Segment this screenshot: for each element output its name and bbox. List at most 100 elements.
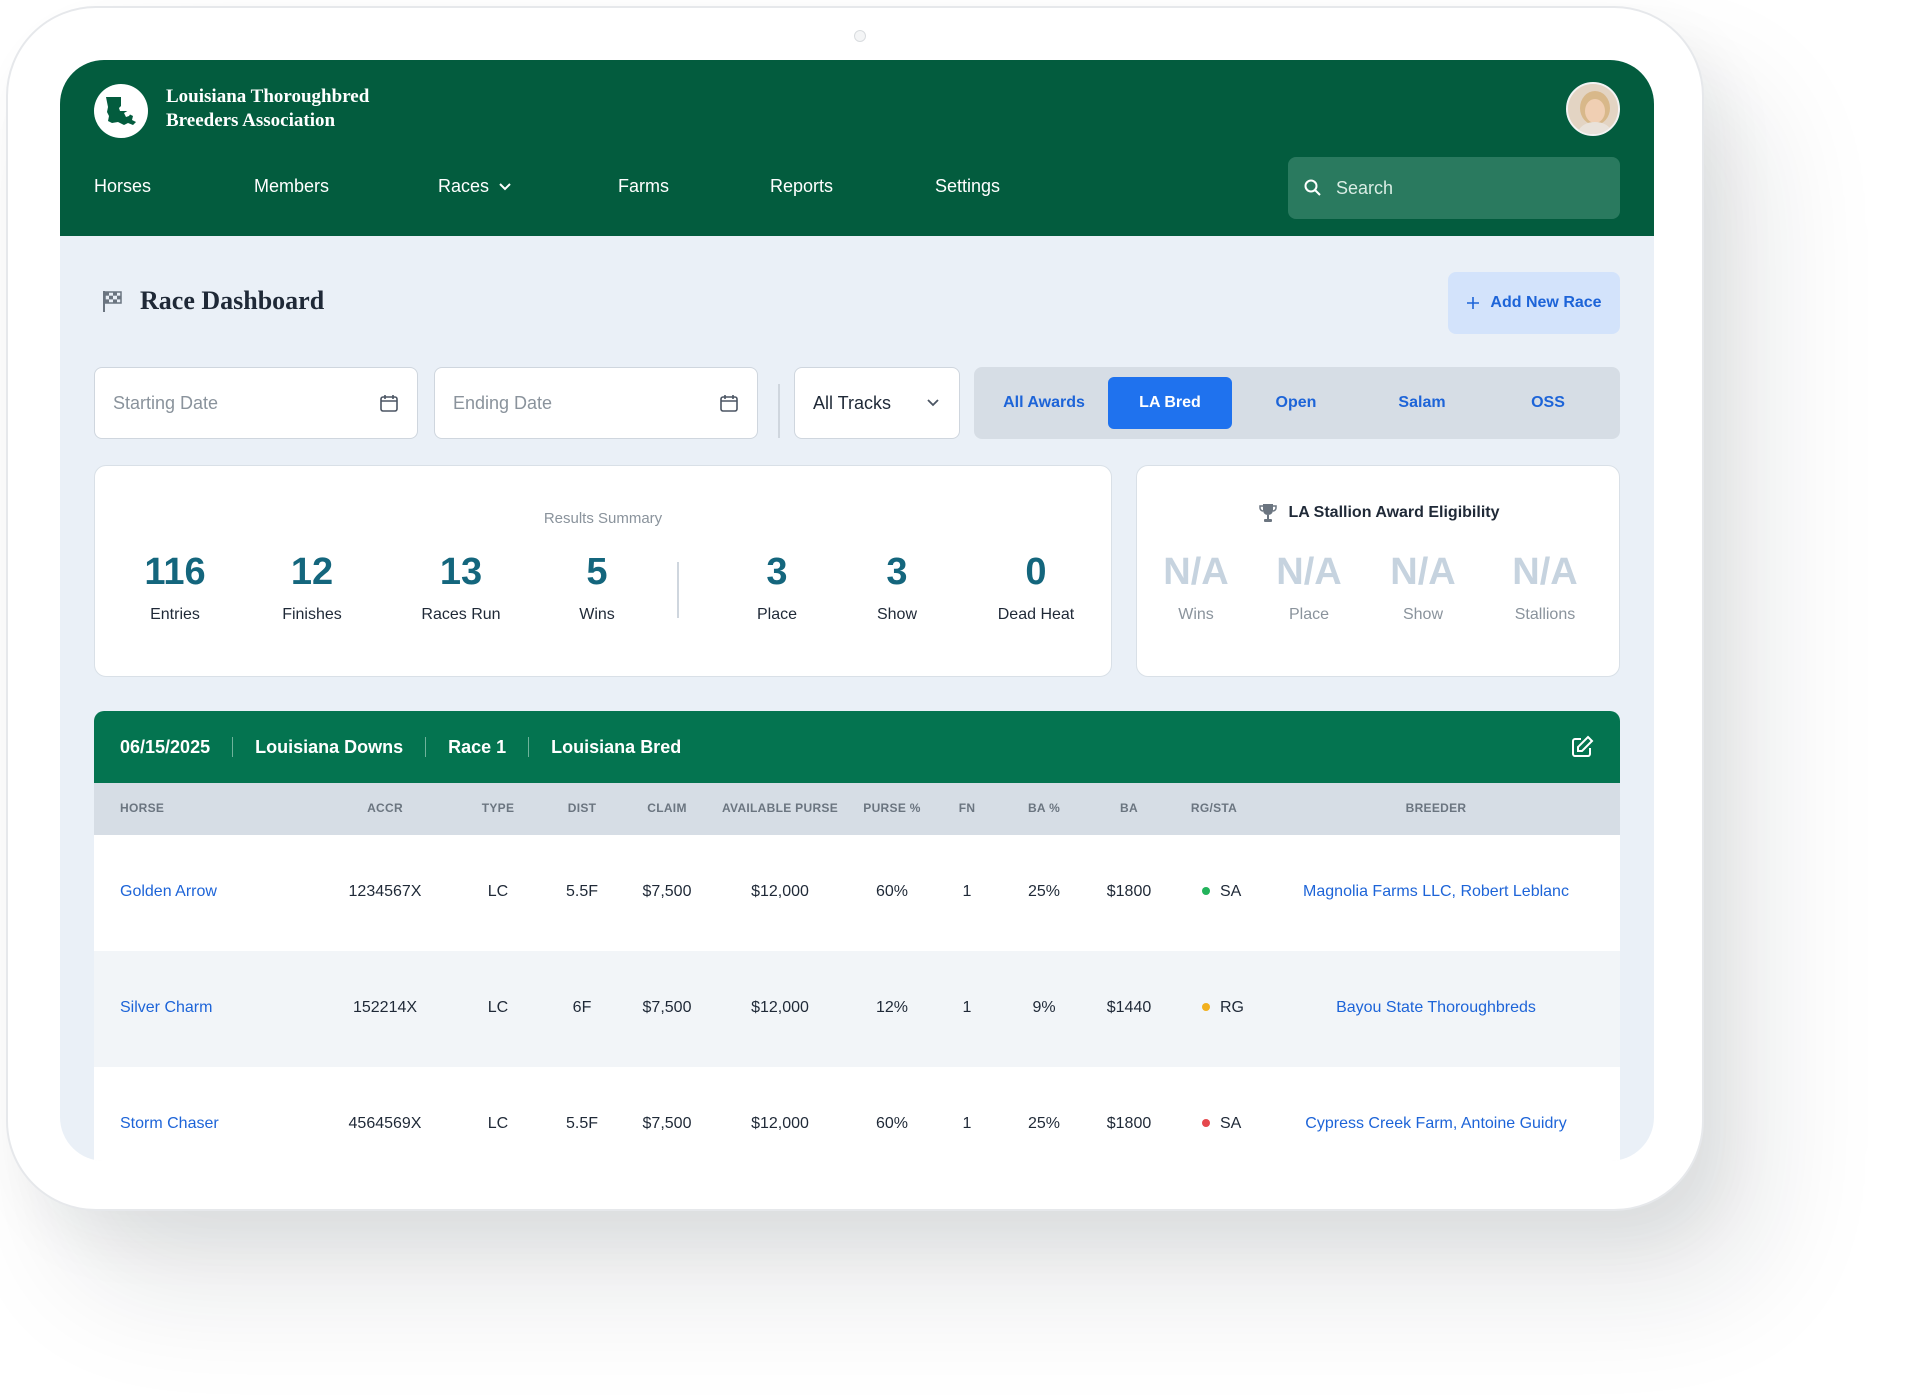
cell-dist: 6F bbox=[572, 999, 592, 1016]
nav-reports[interactable]: Reports bbox=[770, 176, 833, 197]
stat-value: 5 bbox=[586, 551, 608, 593]
tab-open[interactable]: Open bbox=[1234, 377, 1358, 429]
stat-finishes: 12 Finishes bbox=[237, 548, 387, 624]
stat-label: Wins bbox=[579, 606, 615, 623]
cell-ba: $1800 bbox=[1106, 1115, 1152, 1132]
stat-value: 116 bbox=[144, 551, 206, 593]
horse-link[interactable]: Silver Charm bbox=[120, 999, 212, 1017]
checkered-flag-icon bbox=[103, 291, 122, 312]
brand-name: Louisiana Thoroughbred Breeders Associat… bbox=[166, 85, 369, 133]
add-new-race-button[interactable]: Add New Race bbox=[1448, 272, 1620, 334]
col-claim[interactable]: CLAIM bbox=[647, 801, 687, 815]
race-date: 06/15/2025 bbox=[120, 736, 211, 757]
status-text: SA bbox=[1220, 1115, 1242, 1132]
cell-purse-pct: 60% bbox=[875, 883, 909, 900]
col-accr[interactable]: ACCR bbox=[367, 801, 403, 815]
starting-date-field[interactable]: Starting Date bbox=[94, 367, 418, 439]
cell-fn: 1 bbox=[962, 883, 972, 900]
search-icon bbox=[1304, 179, 1321, 196]
nav-members[interactable]: Members bbox=[254, 176, 329, 197]
stat-value: N/A bbox=[1512, 551, 1578, 593]
col-breeder[interactable]: BREEDER bbox=[1406, 801, 1467, 815]
calendar-icon bbox=[380, 395, 398, 412]
race-bar-divider bbox=[232, 737, 234, 757]
tab-la-bred[interactable]: LA Bred bbox=[1108, 377, 1232, 429]
cell-purse: $12,000 bbox=[751, 883, 809, 900]
nav-reports-label: Reports bbox=[770, 176, 834, 196]
cell-ba: $1440 bbox=[1106, 999, 1152, 1016]
edit-icon[interactable] bbox=[1570, 735, 1594, 759]
table-row[interactable]: Silver Charm 152214X LC 6F $7,500 $12,00… bbox=[94, 951, 1620, 1067]
track-select[interactable]: All Tracks bbox=[794, 367, 960, 439]
cell-claim: $7,500 bbox=[642, 883, 692, 900]
search-input[interactable] bbox=[1336, 177, 1596, 199]
stat-dead-heat: 0 Dead Heat bbox=[961, 548, 1111, 624]
ending-date-field[interactable]: Ending Date bbox=[434, 367, 758, 439]
cell-purse-pct: 12% bbox=[875, 999, 909, 1016]
col-type[interactable]: TYPE bbox=[482, 801, 515, 815]
table-row[interactable]: Golden Arrow 1234567X LC 5.5F $7,500 $12… bbox=[94, 835, 1620, 951]
cell-type: LC bbox=[487, 883, 509, 900]
tab-salam[interactable]: Salam bbox=[1360, 377, 1484, 429]
cell-type: LC bbox=[487, 999, 509, 1016]
stat-races-run: 13 Races Run bbox=[386, 548, 536, 624]
nav-races[interactable]: Races bbox=[438, 176, 511, 197]
breeder-link[interactable]: Magnolia Farms LLC, Robert Leblanc bbox=[1303, 883, 1569, 901]
race-number: Race 1 bbox=[448, 736, 507, 757]
status-text: SA bbox=[1220, 883, 1242, 900]
race-category: Louisiana Bred bbox=[551, 736, 682, 757]
cell-type: LC bbox=[487, 1115, 509, 1132]
stat-label: Show bbox=[876, 606, 918, 623]
stat-value: 0 bbox=[1025, 551, 1047, 593]
stat-wins: 5 Wins bbox=[522, 548, 672, 624]
col-ba-pct[interactable]: BA % bbox=[1028, 801, 1060, 815]
stat-entries: 116 Entries bbox=[100, 548, 250, 624]
horse-link[interactable]: Golden Arrow bbox=[120, 883, 217, 901]
col-ba[interactable]: BA bbox=[1120, 801, 1138, 815]
table-row[interactable]: Storm Chaser 4564569X LC 5.5F $7,500 $12… bbox=[94, 1067, 1620, 1161]
breeder-link[interactable]: Bayou State Thoroughbreds bbox=[1336, 999, 1536, 1017]
breeder-link[interactable]: Cypress Creek Farm, Antoine Guidry bbox=[1305, 1115, 1566, 1133]
stat-divider bbox=[677, 562, 679, 618]
brand-line-2: Breeders Association bbox=[166, 110, 336, 131]
stat-label: Finishes bbox=[282, 606, 342, 623]
col-available-purse[interactable]: AVAILABLE PURSE bbox=[722, 801, 838, 815]
calendar-icon bbox=[720, 395, 738, 412]
page-title: Race Dashboard bbox=[140, 286, 325, 315]
stallion-award-title: LA Stallion Award Eligibility bbox=[1288, 504, 1500, 521]
nav-horses[interactable]: Horses bbox=[94, 176, 151, 197]
award-filter-tabs: All Awards LA Bred Open Salam OSS bbox=[974, 367, 1620, 439]
camera-dot bbox=[854, 30, 866, 42]
search-box[interactable] bbox=[1288, 157, 1620, 219]
nav-farms[interactable]: Farms bbox=[618, 176, 669, 197]
stat-value: 12 bbox=[290, 551, 334, 593]
col-fn[interactable]: FN bbox=[959, 801, 976, 815]
chevron-down-icon bbox=[927, 399, 939, 407]
stat-label: Entries bbox=[150, 606, 200, 623]
horse-link[interactable]: Storm Chaser bbox=[120, 1115, 219, 1133]
tab-all-awards[interactable]: All Awards bbox=[982, 377, 1106, 429]
ending-date-placeholder: Ending Date bbox=[453, 392, 553, 413]
user-avatar[interactable] bbox=[1566, 82, 1620, 136]
nav-races-label: Races bbox=[438, 176, 490, 196]
stallion-award-header: LA Stallion Award Eligibility bbox=[1137, 502, 1619, 524]
col-horse[interactable]: HORSE bbox=[120, 801, 164, 815]
louisiana-logo-icon[interactable] bbox=[94, 84, 148, 138]
cell-ba-pct: 9% bbox=[1032, 999, 1056, 1016]
cell-ba-pct: 25% bbox=[1027, 1115, 1061, 1132]
cell-purse-pct: 60% bbox=[875, 1115, 909, 1132]
status-dot-icon bbox=[1202, 886, 1210, 895]
col-purse-pct[interactable]: PURSE % bbox=[863, 801, 920, 815]
col-dist[interactable]: DIST bbox=[568, 801, 597, 815]
cell-rg-sta: RG bbox=[1202, 999, 1244, 1017]
stat-value: 3 bbox=[886, 551, 908, 593]
nav-settings[interactable]: Settings bbox=[935, 176, 1000, 197]
cell-ba-pct: 25% bbox=[1027, 883, 1061, 900]
table-header: HORSE ACCR TYPE DIST CLAIM AVAILABLE PUR… bbox=[94, 783, 1620, 835]
stat-label: Dead Heat bbox=[997, 606, 1075, 623]
cell-dist: 5.5F bbox=[565, 1115, 599, 1132]
cell-rg-sta: SA bbox=[1202, 883, 1241, 901]
col-rg-sta[interactable]: RG/STA bbox=[1191, 801, 1237, 815]
race-bar-divider bbox=[425, 737, 427, 757]
tab-oss[interactable]: OSS bbox=[1486, 377, 1610, 429]
